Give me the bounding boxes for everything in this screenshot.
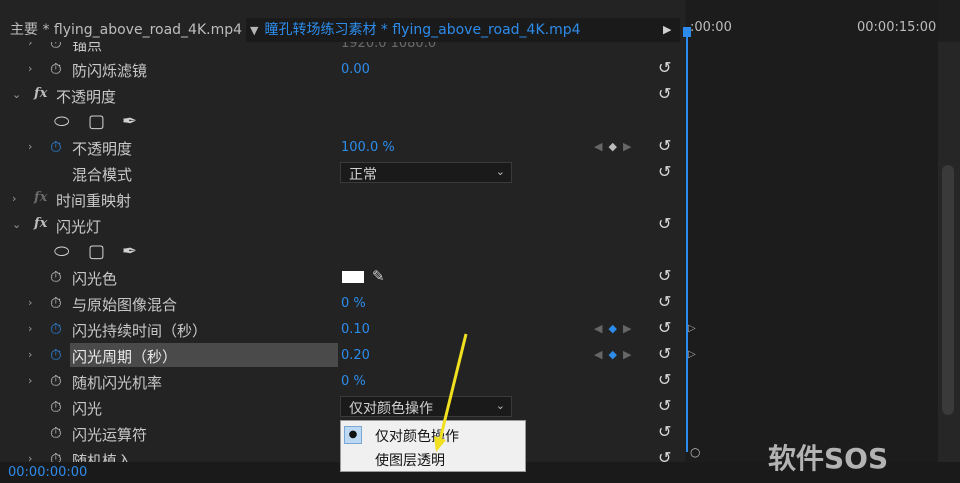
watermark-logo: 软件SOS [768,442,889,475]
annotation-arrow [434,333,468,452]
